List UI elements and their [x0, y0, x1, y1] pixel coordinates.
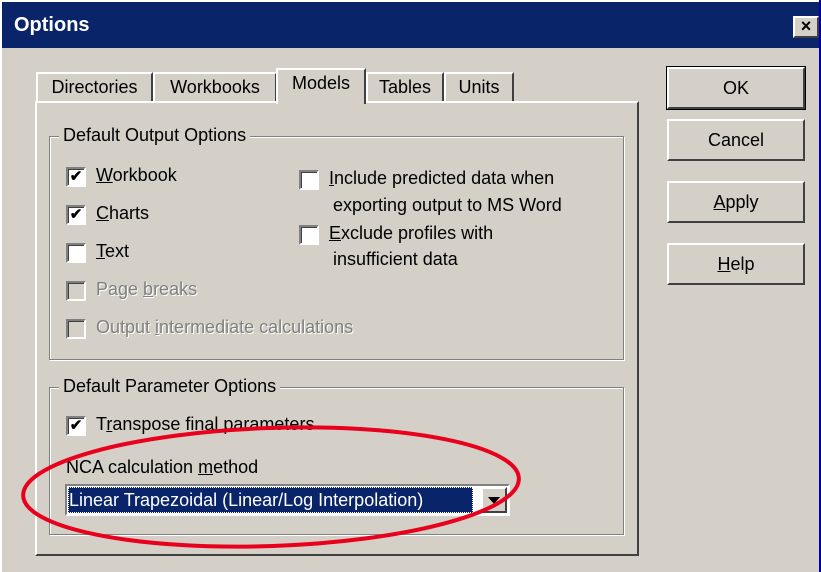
- intermediate-check-box: [66, 319, 86, 339]
- cancel-button[interactable]: Cancel: [667, 119, 805, 161]
- options-dialog: Options × Directories Workbooks Models T…: [0, 0, 819, 572]
- include-predicted-label-line2: exporting output to MS Word: [333, 195, 562, 215]
- text-check-box[interactable]: [66, 243, 86, 263]
- page-breaks-check-box: [66, 281, 86, 301]
- charts-check-icon[interactable]: ✔: [66, 205, 86, 225]
- workbook-label: Workbook: [96, 165, 177, 185]
- charts-label: Charts: [96, 203, 150, 223]
- exclude-profiles-label-line2: insufficient data: [333, 249, 458, 269]
- window-title: Options: [14, 14, 90, 36]
- include-predicted-label: Include predicted data when: [329, 168, 555, 188]
- dropdown-button[interactable]: [481, 487, 507, 513]
- output-options-title: Default Output Options: [59, 125, 251, 146]
- nca-method-value[interactable]: Linear Trapezoidal (Linear/Log Interpola…: [68, 487, 473, 513]
- include-predicted-check-box[interactable]: [299, 170, 319, 190]
- close-button[interactable]: ×: [793, 16, 819, 38]
- intermediate-label: Output intermediate calculations: [96, 317, 354, 337]
- nca-method-label: NCA calculation method: [66, 457, 259, 477]
- nca-method-select[interactable]: Linear Trapezoidal (Linear/Log Interpola…: [65, 484, 510, 516]
- tab-units[interactable]: Units: [444, 72, 514, 102]
- page-breaks-label: Page breaks: [96, 279, 198, 299]
- help-button[interactable]: Help: [667, 243, 805, 285]
- apply-button[interactable]: Apply: [667, 181, 805, 223]
- workbook-check-icon[interactable]: ✔: [66, 167, 86, 187]
- tab-tables[interactable]: Tables: [366, 72, 444, 102]
- parameter-options-title: Default Parameter Options: [59, 376, 281, 397]
- tab-workbooks[interactable]: Workbooks: [153, 72, 277, 102]
- transpose-check-icon[interactable]: ✔: [66, 416, 86, 436]
- exclude-profiles-check-box[interactable]: [299, 225, 319, 245]
- tab-models[interactable]: Models: [276, 68, 366, 104]
- title-bar[interactable]: Options ×: [2, 2, 819, 48]
- text-label: Text: [96, 241, 130, 261]
- transpose-label: Transpose final parameters: [96, 414, 315, 434]
- tab-directories[interactable]: Directories: [36, 72, 153, 102]
- exclude-profiles-label: Exclude profiles with: [329, 223, 494, 243]
- ok-button[interactable]: OK: [666, 66, 806, 110]
- chevron-down-icon: [488, 497, 500, 504]
